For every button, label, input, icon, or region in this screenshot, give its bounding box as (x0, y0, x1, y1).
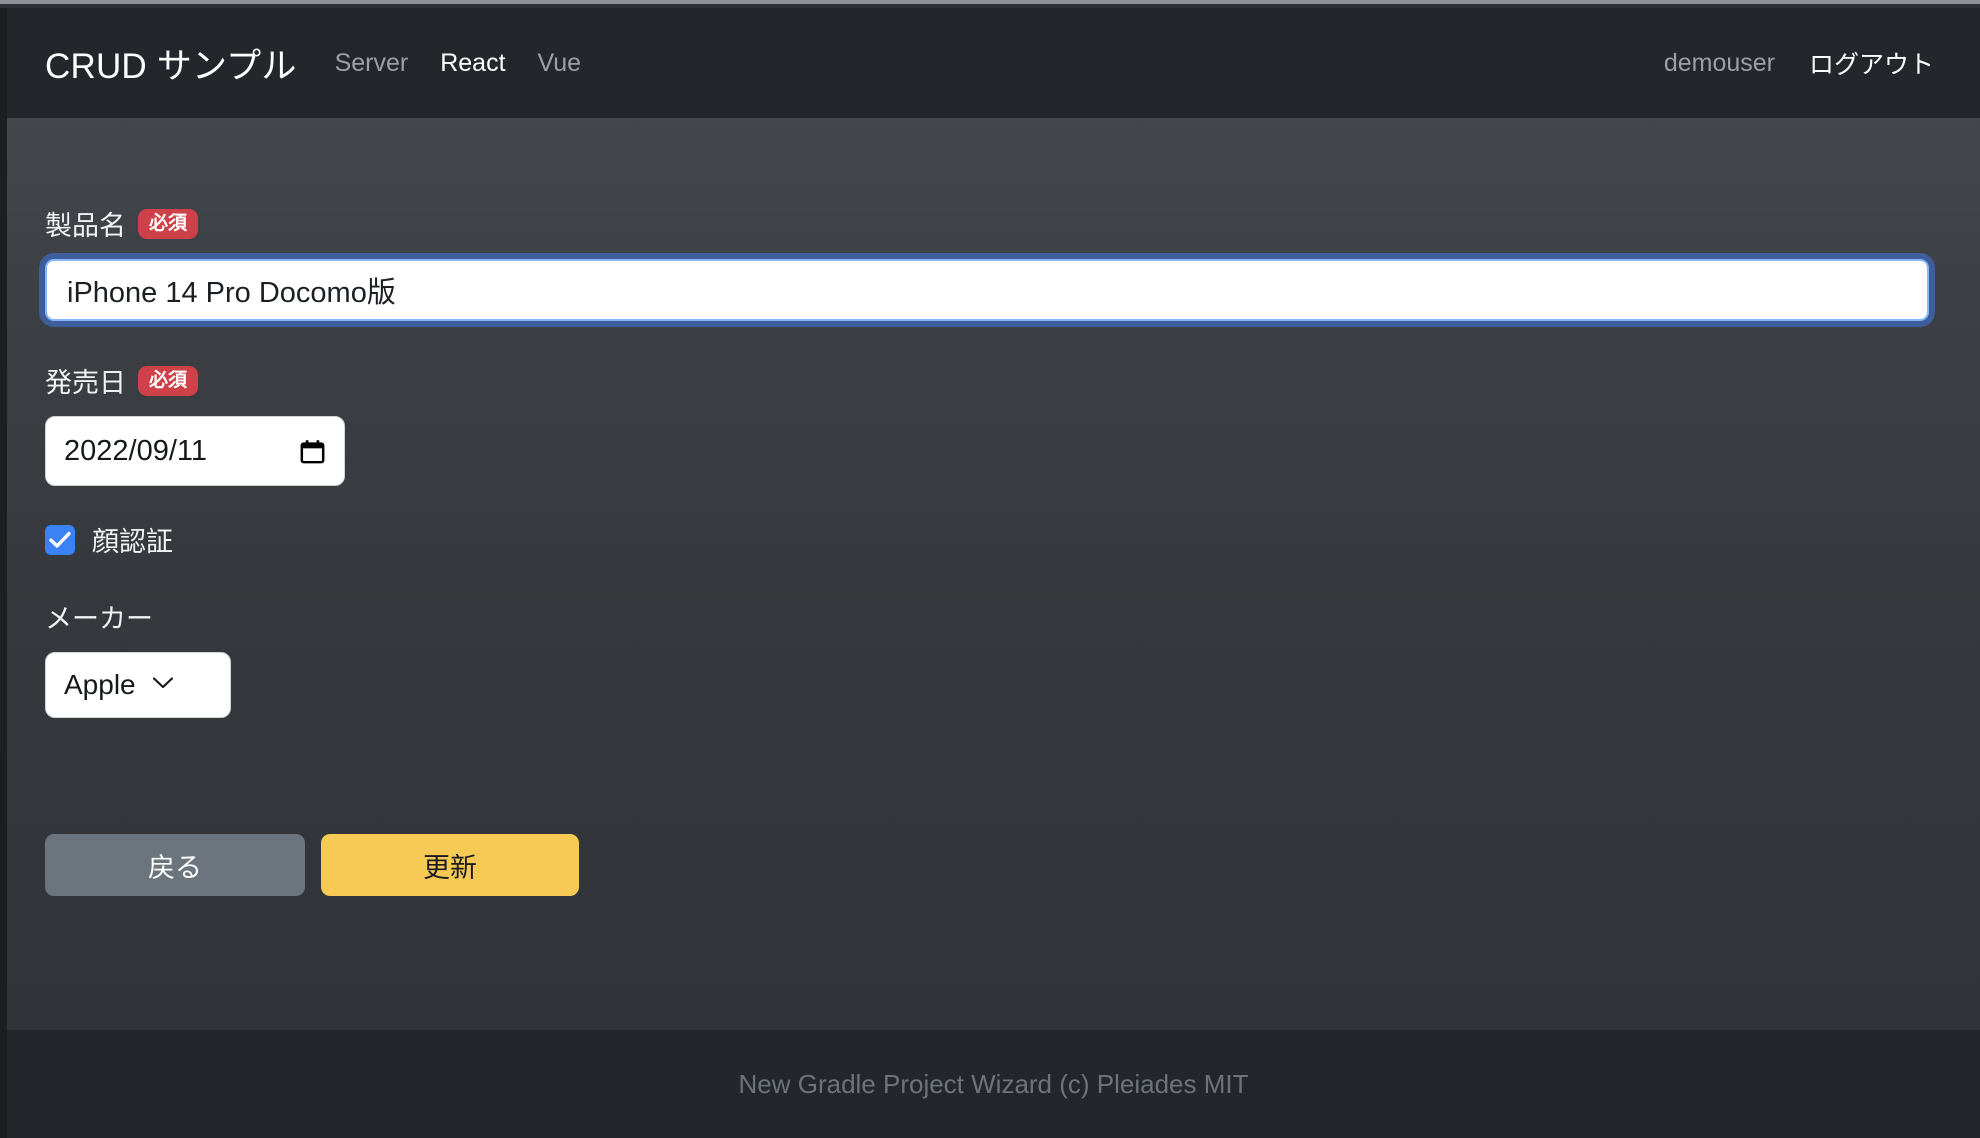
back-button[interactable]: 戻る (45, 834, 305, 896)
logout-link[interactable]: ログアウト (1809, 45, 1934, 81)
maker-label: メーカー (45, 604, 153, 634)
navbar-brand[interactable]: CRUD サンプル (45, 38, 297, 89)
release-date-input[interactable]: 2022/09/11 (45, 416, 345, 486)
product-name-required-badge: 必須 (138, 208, 199, 239)
footer-text: New Gradle Project Wizard (c) Pleiades M… (738, 1068, 1249, 1099)
product-edit-form: 製品名 必須 iPhone 14 Pro Docomo版 発売日 必須 2022… (7, 204, 1980, 896)
nav-link-vue[interactable]: Vue (538, 49, 582, 78)
update-button[interactable]: 更新 (321, 834, 579, 896)
navbar: CRUD サンプル Server React Vue demouser ログアウ… (7, 8, 1980, 118)
nav-link-server[interactable]: Server (335, 49, 409, 78)
release-date-value: 2022/09/11 (64, 434, 207, 467)
face-auth-row: 顔認証 (45, 520, 1924, 559)
product-name-label: 製品名 (45, 211, 126, 241)
main-content: 製品名 必須 iPhone 14 Pro Docomo版 発売日 必須 2022… (7, 118, 1980, 1030)
release-date-required-badge: 必須 (138, 365, 199, 396)
maker-selected-value: Apple (64, 669, 136, 700)
product-name-label-row: 製品名 必須 (45, 204, 1924, 243)
release-date-label: 発売日 (45, 368, 126, 398)
form-actions: 戻る 更新 (45, 834, 1924, 896)
navbar-username: demouser (1663, 48, 1775, 77)
navbar-links: Server React Vue (335, 49, 582, 78)
product-name-input-wrap: iPhone 14 Pro Docomo版 (45, 259, 1929, 321)
navbar-right: demouser ログアウト (1664, 45, 1934, 81)
face-auth-label[interactable]: 顔認証 (92, 520, 173, 559)
check-icon (49, 531, 71, 548)
face-auth-checkbox[interactable] (45, 524, 75, 555)
footer: New Gradle Project Wizard (c) Pleiades M… (7, 1030, 1980, 1138)
calendar-icon[interactable] (299, 438, 326, 465)
chevron-down-icon (152, 676, 174, 695)
product-name-input[interactable]: iPhone 14 Pro Docomo版 (45, 259, 1929, 321)
nav-link-react[interactable]: React (440, 49, 505, 78)
app-window: CRUD サンプル Server React Vue demouser ログアウ… (0, 0, 1980, 1138)
maker-select[interactable]: Apple (45, 652, 231, 718)
window-left-frame (0, 8, 7, 1138)
release-date-label-row: 発売日 必須 (45, 361, 1924, 400)
